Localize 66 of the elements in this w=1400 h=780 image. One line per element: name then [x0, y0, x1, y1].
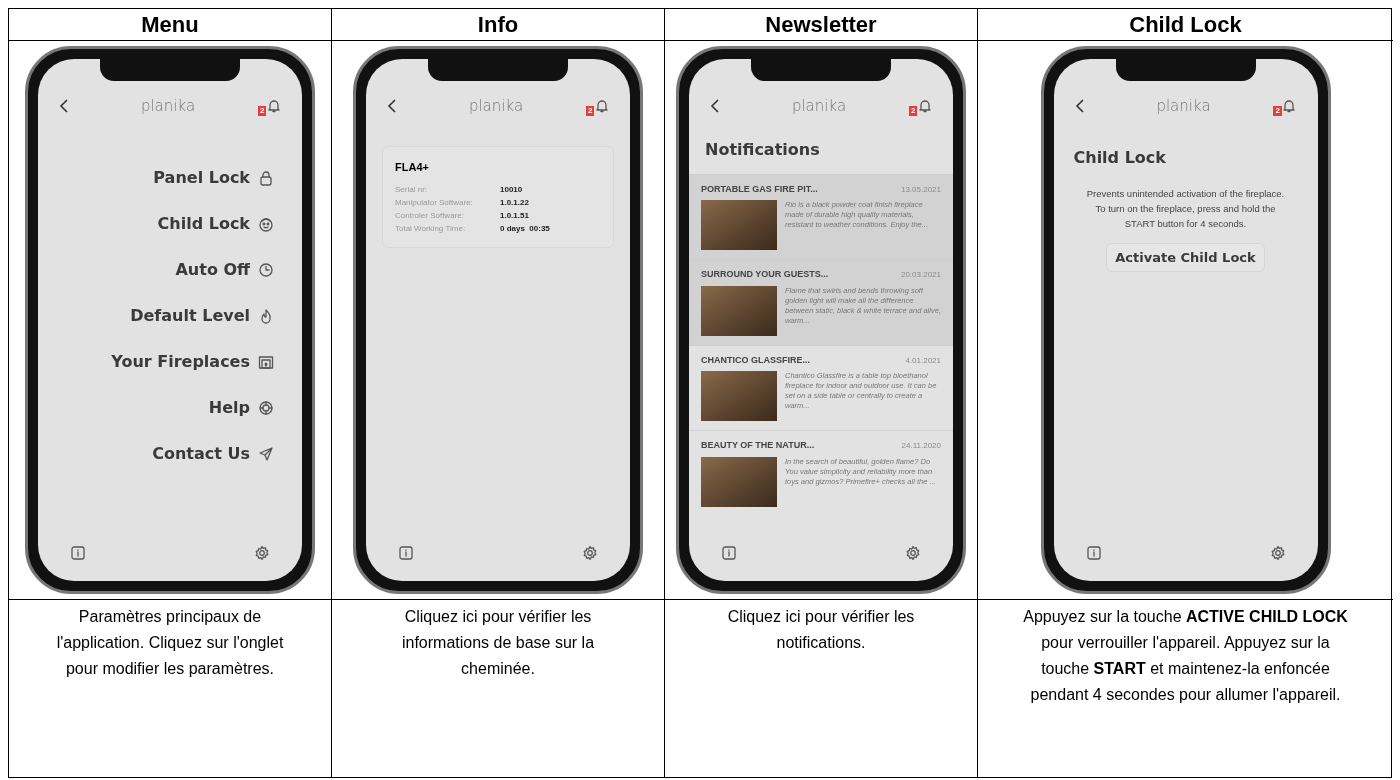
column-heading: Newsletter [664, 9, 977, 41]
settings-icon [905, 545, 921, 561]
menu-item[interactable]: Your Fireplaces [111, 349, 250, 374]
notification-badge: 2 [1273, 106, 1282, 117]
back-chevron-icon[interactable] [386, 98, 398, 115]
info-label: Total Working Time: [395, 223, 467, 235]
notification-badge: 2 [258, 106, 267, 117]
settings-icon [582, 545, 598, 561]
info-label: Controler Software: [395, 210, 465, 222]
info-value: 1.0.1.51 [500, 210, 529, 222]
lifebuoy-icon [258, 399, 274, 416]
back-chevron-icon[interactable] [1073, 98, 1086, 115]
notification-date: 13.05.2021 [900, 183, 941, 196]
notification-title: CHANTICO GLASSFIRE... [701, 353, 810, 367]
activate-child-lock-button[interactable]: Activate Child Lock [1106, 242, 1265, 272]
menu-item[interactable]: Contact Us [152, 441, 250, 466]
notification-title: BEAUTY OF THE NATUR... [701, 439, 815, 452]
send-icon [258, 445, 274, 462]
notification-date: 4.01.2021 [905, 354, 941, 367]
lock-icon [258, 169, 274, 186]
info-label: Manipulator Software: [395, 197, 474, 209]
notification-title: SURROUND YOUR GUESTS... [701, 268, 829, 281]
menu-item[interactable]: Default Level [130, 303, 250, 328]
description-text: Prevents unintended activation of the fireplace. To turn on the fireplace, press and hold the START button for 4 seconds. [1085, 186, 1286, 231]
column-heading: Menu [9, 9, 331, 41]
screen-title: Child Lock [1073, 146, 1166, 169]
notification-title: PORTABLE GAS FIRE PIT... [701, 182, 818, 196]
caption-text: Cliquez ici pour vérifier les notifications. [726, 607, 916, 653]
device-name: FLA4+ [395, 159, 430, 175]
app-logo: planika [468, 96, 524, 117]
info-label: Serial nr: [395, 184, 428, 196]
info-icon [70, 545, 86, 561]
caption-text: Cliquez ici pour vérifier les informations de base sur la cheminée. [400, 607, 596, 679]
menu-item[interactable]: Panel Lock [153, 165, 250, 190]
info-icon [721, 545, 737, 561]
column-heading: Child Lock [977, 9, 1393, 41]
menu-item[interactable]: Auto Off [175, 257, 250, 282]
settings-icon [254, 545, 270, 561]
menu-item[interactable]: Child Lock [157, 211, 250, 236]
back-chevron-icon[interactable] [58, 98, 70, 115]
notification-date: 24.11.2020 [901, 440, 941, 452]
bell-icon [266, 98, 282, 115]
info-icon [398, 545, 414, 561]
screen-title: Notifications [704, 138, 821, 161]
notification-badge: 2 [909, 106, 918, 117]
caption-text: Appuyez sur la touche ACTIVE CHILD LOCK pour verrouiller l'appareil. Appuyez sur la touche START et maintenez-la enfoncée pendant 4 secondes pour allumer l'appareil. [1022, 607, 1349, 705]
info-icon [1085, 545, 1102, 561]
column-heading: Info [331, 9, 664, 41]
face-icon [258, 215, 274, 232]
app-logo: planika [140, 96, 196, 117]
caption-text: Paramètres principaux de l'application. Cliquez sur l'onglet pour modifier les paramètres. [55, 607, 285, 679]
bell-icon [917, 98, 933, 115]
flame-icon [258, 307, 274, 324]
clock-icon [258, 261, 274, 278]
info-value: 0 days 00:35 [500, 223, 550, 235]
fireplace-icon [258, 353, 274, 370]
settings-icon [1269, 545, 1286, 561]
bell-icon [594, 98, 610, 115]
info-value: 10010 [500, 184, 523, 196]
back-chevron-icon[interactable] [709, 98, 721, 115]
menu-item[interactable]: Help [208, 395, 250, 420]
notification-badge: 2 [586, 106, 595, 117]
app-logo: planika [791, 96, 847, 117]
app-logo: planika [1156, 96, 1211, 117]
info-value: 1.0.1.22 [500, 197, 529, 209]
notification-date: 20.03.2021 [900, 269, 941, 281]
